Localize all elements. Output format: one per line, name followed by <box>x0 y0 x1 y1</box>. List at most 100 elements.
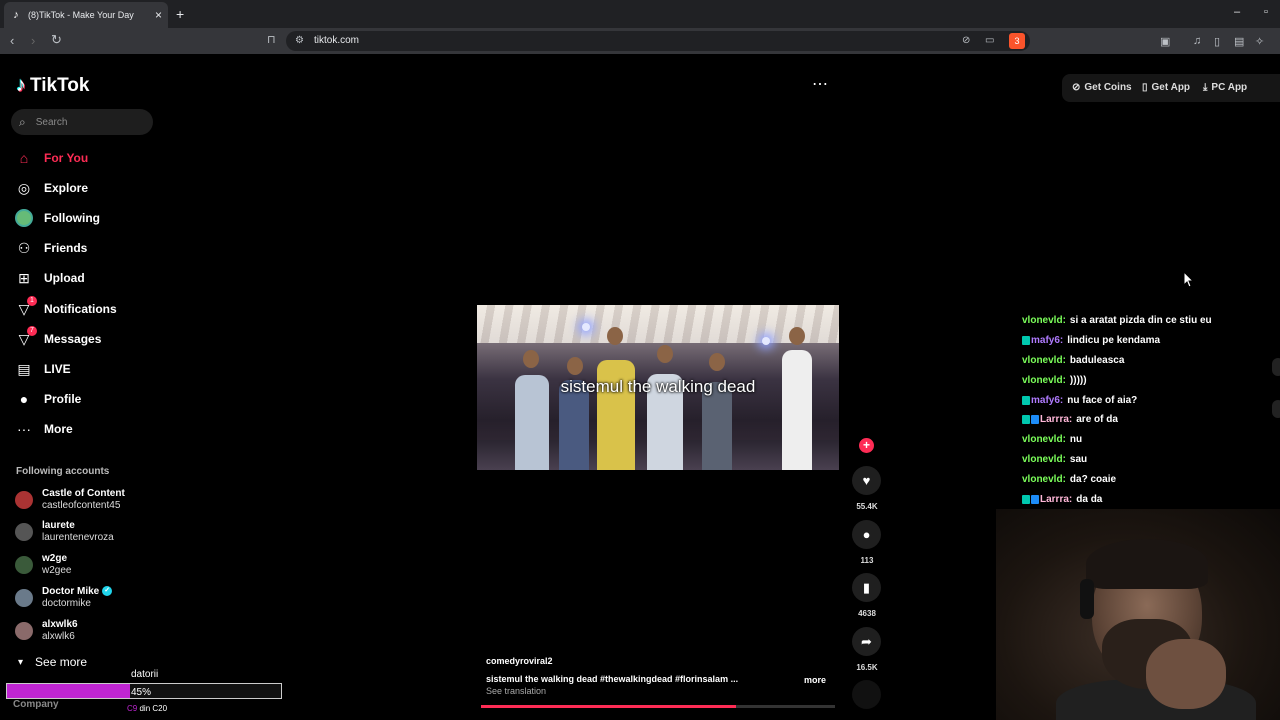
heart-icon: ♥ <box>862 473 871 488</box>
address-bar[interactable] <box>286 31 1030 51</box>
chat-text: si a aratat pizda din ce stiu eu <box>1069 315 1212 327</box>
nav-notifications[interactable]: ▽ 1 Notifications <box>15 296 117 321</box>
bookmark-icon: ▮ <box>862 579 871 595</box>
chat-text: nu face of aia? <box>1067 394 1138 406</box>
nav-label: Messages <box>44 332 102 346</box>
description-more-button[interactable]: more <box>804 675 826 685</box>
wallet-icon[interactable]: ▤ <box>1234 35 1244 48</box>
save-count: 4638 <box>858 609 876 618</box>
video-player[interactable]: sistemul the walking dead <box>477 305 839 470</box>
forward-icon[interactable]: › <box>31 33 35 48</box>
nav-explore[interactable]: ◎ Explore <box>15 176 88 200</box>
extension-icon[interactable]: ▣ <box>1160 35 1170 48</box>
leo-icon[interactable]: ✧ <box>1255 35 1264 48</box>
scroll-down-handle[interactable] <box>1272 400 1280 418</box>
video-scene <box>657 345 673 363</box>
new-tab-button[interactable]: + <box>176 6 184 22</box>
share-button[interactable]: ➦ <box>852 627 881 656</box>
nav-live[interactable]: ▤ LIVE <box>15 357 71 381</box>
brave-shields-icon[interactable]: 3 <box>1009 33 1025 49</box>
cast-icon[interactable]: ▭ <box>985 35 994 46</box>
see-translation-link[interactable]: See translation <box>486 686 546 696</box>
pc-app-button[interactable]: ⤓ PC App <box>1203 82 1247 93</box>
nav-following[interactable]: Following <box>15 206 100 230</box>
nav-profile[interactable]: ● Profile <box>15 387 82 411</box>
tiktok-logo[interactable]: ♪ TikTok <box>16 74 89 97</box>
mute-icon[interactable]: ⊘ <box>962 35 970 46</box>
like-button[interactable]: ♥ <box>852 466 881 495</box>
comment-button[interactable]: ● <box>852 520 881 549</box>
get-app-button[interactable]: ▯ Get App <box>1142 82 1190 93</box>
video-scene <box>477 305 839 343</box>
search-input[interactable] <box>33 115 134 129</box>
maximize-icon[interactable]: ▫ <box>1264 6 1268 18</box>
account-handle: laurentenevroza <box>42 532 114 543</box>
chat-message: vlonevld: si a aratat pizda din ce stiu e… <box>1022 311 1272 331</box>
chat-username: vlonevld <box>1022 315 1063 327</box>
nav-messages[interactable]: ▽ 7 Messages <box>15 326 102 351</box>
account-handle: alxwlk6 <box>42 631 75 642</box>
save-button[interactable]: ▮ <box>852 573 881 602</box>
nav-label: LIVE <box>44 362 71 376</box>
nav-upload[interactable]: ⊞ Upload <box>15 266 85 290</box>
video-description: sistemul the walking dead #thewalkingdea… <box>486 674 739 684</box>
chat-separator: : <box>1062 434 1066 446</box>
chat-username: vlonevld <box>1022 453 1063 465</box>
chat-text: da? coaie <box>1069 473 1117 485</box>
chat-username: mafy6 <box>1031 394 1060 406</box>
chat-separator: : <box>1059 394 1064 406</box>
following-account[interactable]: Doctor Mike ✓ doctormike <box>15 586 113 610</box>
back-icon[interactable]: ‹ <box>10 33 14 48</box>
stream-chat: vlonevld: si a aratat pizda din ce stiu e… <box>1022 311 1272 509</box>
pc-app-label: PC App <box>1211 82 1248 93</box>
overlay-goal-current: C9 <box>127 704 138 713</box>
mouse-cursor-icon <box>1184 272 1194 288</box>
sidebar-icon[interactable]: ▯ <box>1214 35 1220 48</box>
webcam-scene <box>1086 539 1208 589</box>
video-username[interactable]: comedyroviral2 <box>486 656 553 666</box>
browser-tab[interactable]: ♪ (8)TikTok - Make Your Day × <box>4 2 168 28</box>
chat-badge-icon <box>1031 415 1039 425</box>
account-handle: doctormike <box>42 598 91 609</box>
minimize-icon[interactable]: – <box>1234 6 1240 18</box>
footer-company-link[interactable]: Company <box>13 699 59 710</box>
search-box[interactable]: ⌕ <box>11 109 153 135</box>
video-scene <box>523 350 539 368</box>
nav-more[interactable]: ··· More <box>15 417 73 441</box>
notification-badge: 1 <box>27 296 37 306</box>
follow-creator-button[interactable]: + <box>859 438 874 453</box>
following-account[interactable]: w2ge w2gee <box>15 553 71 577</box>
video-options-icon[interactable]: ⋯ <box>812 74 829 94</box>
get-coins-button[interactable]: ⊘ Get Coins <box>1072 82 1132 93</box>
video-progress-bar[interactable] <box>481 705 835 708</box>
account-name: alxwlk6 <box>42 619 78 630</box>
chat-text: lindicu pe kendama <box>1067 335 1161 347</box>
webcam-scene <box>1080 579 1094 619</box>
site-settings-icon[interactable]: ⚙ <box>295 35 304 46</box>
following-account[interactable]: Castle of Content castleofcontent45 <box>15 488 125 512</box>
nav-label: Notifications <box>44 302 117 316</box>
profile-icon: ● <box>19 391 29 407</box>
account-name: Doctor Mike <box>42 586 100 597</box>
account-handle: castleofcontent45 <box>42 500 121 511</box>
chat-text: baduleasca <box>1069 354 1125 366</box>
following-account[interactable]: laurete laurentenevroza <box>15 520 114 544</box>
nav-for-you[interactable]: ⌂ For You <box>15 146 88 170</box>
chat-username: mafy6 <box>1031 335 1060 347</box>
account-handle: w2gee <box>42 565 72 576</box>
bookmark-icon[interactable]: ⊓ <box>267 33 276 46</box>
following-account[interactable]: alxwlk6 alxwlk6 <box>15 619 78 643</box>
url-text[interactable]: tiktok.com <box>314 35 359 46</box>
close-tab-icon[interactable]: × <box>155 8 162 22</box>
see-more-button[interactable]: ▾ See more <box>18 655 87 669</box>
get-coins-label: Get Coins <box>1084 82 1132 93</box>
nav-label: Upload <box>44 271 85 285</box>
nav-friends[interactable]: ⚇ Friends <box>15 236 88 260</box>
chat-badge-icon <box>1022 494 1030 504</box>
scroll-up-handle[interactable] <box>1272 358 1280 376</box>
music-disc-button[interactable] <box>852 680 881 709</box>
music-icon[interactable]: ♫ <box>1193 35 1201 47</box>
chat-message: vlonevld: da? coaie <box>1022 469 1272 489</box>
reload-icon[interactable]: ↻ <box>51 32 62 48</box>
chat-separator: : <box>1062 473 1066 485</box>
